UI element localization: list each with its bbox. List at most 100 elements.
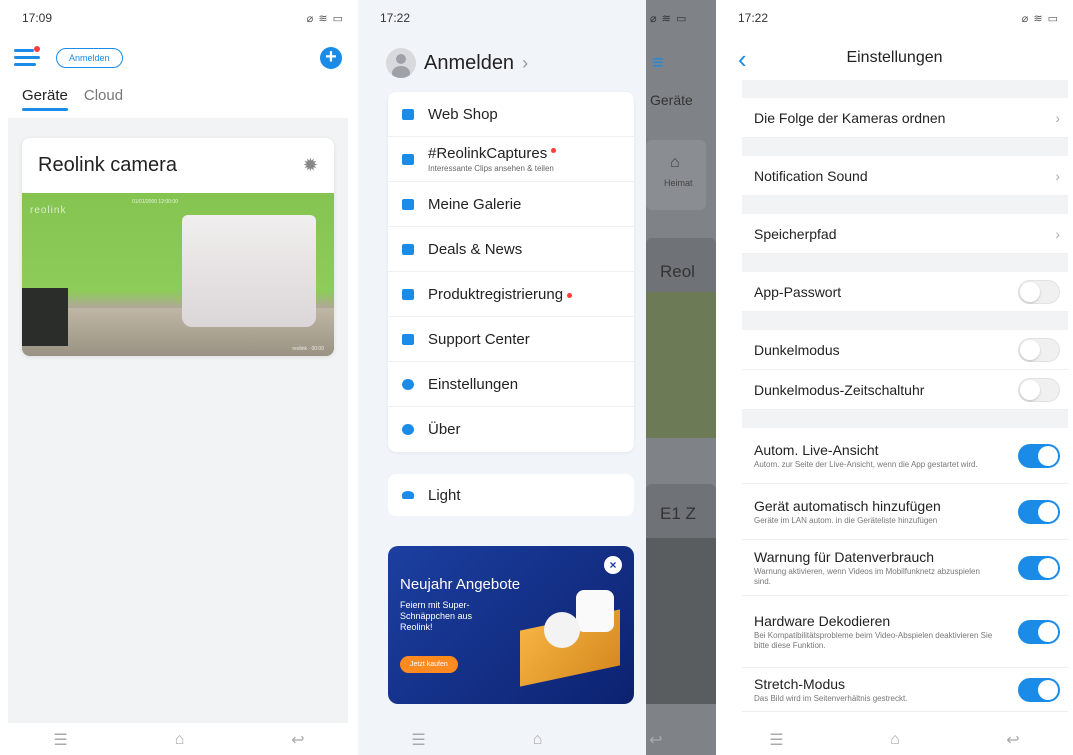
- status-time: 17:22: [380, 11, 411, 25]
- strip-home-label: Heimat: [664, 178, 693, 188]
- home-icon[interactable]: ⌂: [890, 731, 900, 749]
- dimmed-background[interactable]: ⌀ ≋ ▭ ≡ Geräte ⌂ Heimat Reol E1 Z: [646, 0, 716, 755]
- login-button[interactable]: Anmelden: [56, 48, 123, 68]
- app-password-toggle[interactable]: [1018, 279, 1060, 304]
- top-bar: Anmelden +: [0, 36, 358, 80]
- setting-stretch-mode: Stretch-Modus Das Bild wird im Seitenver…: [742, 668, 1068, 712]
- menu-item-about[interactable]: Über: [388, 407, 634, 452]
- promo-cta-button[interactable]: Jetzt kaufen: [400, 656, 458, 673]
- camera-image: [544, 612, 580, 648]
- add-device-button[interactable]: +: [320, 47, 342, 69]
- dark-mode-timer-toggle[interactable]: [1018, 377, 1060, 402]
- status-time: 17:09: [22, 11, 53, 25]
- data-warning-toggle[interactable]: [1018, 555, 1060, 580]
- menu-item-web-shop[interactable]: Web Shop: [388, 92, 634, 137]
- gear-icon[interactable]: ✹: [303, 155, 318, 176]
- back-button[interactable]: ‹: [738, 44, 747, 75]
- status-time: 17:22: [738, 11, 769, 25]
- menu-item-support[interactable]: Support Center: [388, 317, 634, 362]
- camera-timestamp: 01/01/2000 12:00:00: [132, 199, 178, 205]
- back-icon[interactable]: ↩: [649, 730, 662, 750]
- setting-description: Autom. zur Seite der Live-Ansicht, wenn …: [754, 459, 978, 469]
- setting-dark-mode: Dunkelmodus: [742, 330, 1068, 370]
- strip-card-label: Reol: [660, 262, 695, 281]
- chevron-right-icon: ›: [522, 52, 529, 73]
- setting-label: Autom. Live-Ansicht: [754, 441, 879, 458]
- menu-item-label: #ReolinkCaptures: [428, 145, 548, 162]
- status-icons: ⌀ ≋ ▭: [1021, 12, 1059, 25]
- setting-label: Warnung für Datenverbrauch: [754, 548, 935, 565]
- setting-description: Geräte im LAN autom. in die Geräteliste …: [754, 515, 938, 525]
- camera-card[interactable]: Reolink camera ✹ reolink 01/01/2000 12:0…: [22, 138, 334, 356]
- recent-apps-icon[interactable]: ☰: [411, 730, 425, 750]
- setting-notification-sound[interactable]: Notification Sound ›: [742, 156, 1068, 196]
- menu-item-label: Support Center: [428, 330, 530, 348]
- setting-description: Das Bild wird im Seitenverhältnis gestre…: [754, 693, 908, 703]
- auto-live-view-toggle[interactable]: [1018, 443, 1060, 468]
- home-icon[interactable]: ⌂: [175, 731, 185, 749]
- shop-icon: [402, 108, 414, 120]
- menu-item-label: Einstellungen: [428, 375, 519, 393]
- back-icon[interactable]: ↩: [1006, 730, 1019, 750]
- camera-watermark: reolink: [30, 205, 67, 216]
- recent-apps-icon[interactable]: ☰: [769, 730, 783, 750]
- chevron-right-icon: ›: [1055, 167, 1060, 184]
- settings-header: ‹ Einstellungen: [716, 36, 1073, 80]
- promo-subtitle: Feiern mit Super-Schnäppchen aus Reolink…: [400, 600, 473, 632]
- system-nav-bar: ☰ ⌂ ↩: [716, 725, 1073, 755]
- menu-item-deals[interactable]: Deals & News: [388, 227, 634, 272]
- dark-mode-toggle[interactable]: [1018, 337, 1060, 362]
- status-bar: 17:09 ⌀ ≋ ▭: [0, 0, 358, 36]
- camera-preview[interactable]: reolink 01/01/2000 12:00:00 reolink · 00…: [22, 193, 334, 356]
- info-icon: [402, 424, 414, 435]
- hardware-decoding-toggle[interactable]: [1018, 619, 1060, 644]
- promo-banner[interactable]: Neujahr Angebote Feiern mit Super-Schnäp…: [388, 546, 634, 704]
- strip-camera-card-2: E1 Z: [646, 484, 716, 704]
- mail-icon: [402, 243, 414, 255]
- system-nav-bar: ☰ ⌂ ↩: [0, 725, 358, 755]
- drawer-menu: Web Shop #ReolinkCaptures Interessante C…: [388, 92, 634, 452]
- status-bar: 17:22 ⌀ ≋ ▭: [716, 0, 1073, 36]
- menu-icon[interactable]: [14, 46, 40, 67]
- strip-camera-card: Reol: [646, 238, 716, 438]
- menu-item-subtitle: Interessante Clips ansehen & teilen: [428, 164, 554, 173]
- back-icon[interactable]: ↩: [291, 730, 304, 750]
- settings-list: Die Folge der Kameras ordnen › Notificat…: [742, 80, 1068, 712]
- setting-description: Bei Kompatibilitätsprobleme beim Video-A…: [754, 630, 993, 650]
- auto-add-device-toggle[interactable]: [1018, 499, 1060, 524]
- home-icon: ⌂: [670, 154, 680, 171]
- notification-dot: [34, 46, 40, 52]
- setting-label: Speicherpfad: [754, 225, 837, 242]
- home-icon[interactable]: ⌂: [533, 731, 543, 749]
- strip-tab: Geräte: [650, 92, 693, 108]
- setting-label: Dunkelmodus-Zeitschaltuhr: [754, 381, 925, 398]
- close-icon[interactable]: ×: [604, 556, 622, 574]
- stretch-mode-toggle[interactable]: [1018, 677, 1060, 702]
- avatar: [386, 48, 416, 78]
- new-badge-dot: [567, 293, 573, 298]
- setting-auto-add-device: Gerät automatisch hinzufügen Geräte im L…: [742, 484, 1068, 540]
- tab-cloud[interactable]: Cloud: [84, 87, 123, 104]
- promo-title: Neujahr Angebote: [400, 576, 521, 593]
- menu-item-label: Über: [428, 421, 461, 438]
- theme-light-button[interactable]: Light: [388, 474, 634, 516]
- setting-label: Notification Sound: [754, 167, 868, 184]
- gallery-icon: [402, 198, 414, 210]
- strip-card-label-2: E1 Z: [660, 504, 696, 523]
- menu-item-registration[interactable]: Produktregistrierung: [388, 272, 634, 317]
- menu-item-settings[interactable]: Einstellungen: [388, 362, 634, 407]
- drawer-login[interactable]: Anmelden ›: [386, 48, 528, 78]
- setting-storage-path[interactable]: Speicherpfad ›: [742, 214, 1068, 254]
- theme-label: Light: [428, 486, 461, 504]
- menu-item-captures[interactable]: #ReolinkCaptures Interessante Clips anse…: [388, 137, 634, 182]
- tab-devices[interactable]: Geräte: [22, 87, 68, 111]
- camera-image: [576, 590, 614, 632]
- chevron-right-icon: ›: [1055, 109, 1060, 126]
- recent-apps-icon[interactable]: ☰: [53, 730, 67, 750]
- menu-item-gallery[interactable]: Meine Galerie: [388, 182, 634, 227]
- setting-auto-live-view: Autom. Live-Ansicht Autom. zur Seite der…: [742, 428, 1068, 484]
- setting-label: Stretch-Modus: [754, 675, 846, 692]
- setting-camera-order[interactable]: Die Folge der Kameras ordnen ›: [742, 98, 1068, 138]
- drawer-login-label: Anmelden: [424, 51, 515, 74]
- lamp-icon: [402, 491, 414, 499]
